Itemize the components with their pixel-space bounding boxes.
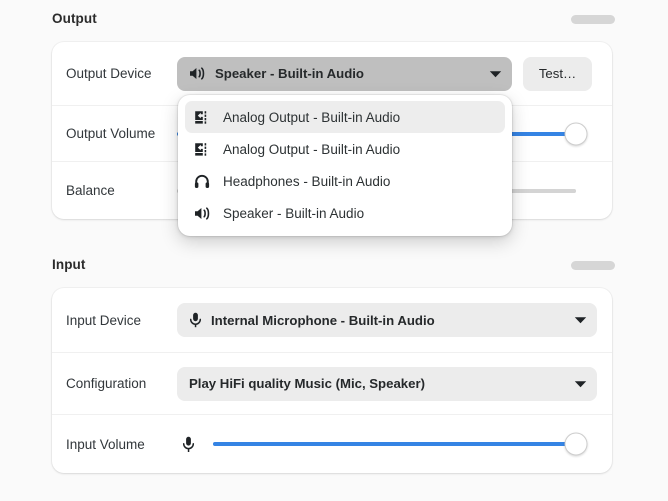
- configuration-label: Configuration: [66, 376, 147, 391]
- input-volume-row: Input Volume: [52, 414, 612, 473]
- dropdown-item-label: Analog Output - Built-in Audio: [223, 141, 401, 157]
- input-device-label: Input Device: [66, 312, 142, 328]
- input-volume-knob[interactable]: [564, 432, 588, 456]
- configuration-value: Play HiFi quality Music (Mic, Speaker): [189, 376, 425, 391]
- dropdown-item-analog-output-1[interactable]: Analog Output - Built-in Audio: [185, 101, 505, 133]
- input-volume-slider[interactable]: [213, 432, 598, 456]
- output-volume-label: Output Volume: [66, 126, 156, 141]
- configuration-row: Configuration Play HiFi quality Music (M…: [52, 352, 612, 414]
- microphone-icon: [189, 312, 202, 328]
- balance-label: Balance: [66, 183, 115, 198]
- output-device-combobox[interactable]: Speaker - Built-in Audio: [177, 56, 512, 91]
- input-device-row: Input Device Internal Microphone - Built…: [52, 288, 612, 352]
- input-volume-label: Input Volume: [66, 436, 145, 452]
- input-volume-fill: [213, 442, 576, 446]
- output-section-drag-handle[interactable]: [571, 15, 615, 24]
- input-volume-track[interactable]: [213, 432, 588, 456]
- input-section-drag-handle[interactable]: [571, 261, 615, 270]
- speaker-icon: [194, 206, 215, 221]
- output-section-heading: Output: [52, 11, 97, 26]
- dropdown-item-label: Headphones - Built-in Audio: [223, 173, 391, 189]
- configuration-combobox[interactable]: Play HiFi quality Music (Mic, Speaker): [177, 366, 597, 401]
- dropdown-item-analog-output-2[interactable]: Analog Output - Built-in Audio: [185, 133, 505, 165]
- microphone-icon: [177, 436, 199, 453]
- output-device-dropdown-popup[interactable]: Analog Output - Built-in Audio Analog Ou…: [178, 95, 512, 236]
- dropdown-item-speaker[interactable]: Speaker - Built-in Audio: [185, 197, 505, 229]
- output-volume-knob[interactable]: [564, 122, 588, 145]
- chevron-down-icon: [489, 70, 502, 78]
- input-device-value: Internal Microphone - Built-in Audio: [211, 312, 435, 328]
- test-output-button[interactable]: Test…: [523, 56, 592, 91]
- headphones-icon: [194, 174, 215, 189]
- dropdown-item-label: Analog Output - Built-in Audio: [223, 109, 401, 125]
- input-device-combobox[interactable]: Internal Microphone - Built-in Audio: [177, 303, 597, 337]
- input-settings-card: Input Device Internal Microphone - Built…: [52, 288, 612, 473]
- dropdown-item-label: Speaker - Built-in Audio: [223, 205, 365, 221]
- output-device-value: Speaker - Built-in Audio: [215, 66, 364, 81]
- chevron-down-icon: [574, 316, 587, 324]
- output-device-label: Output Device: [66, 66, 152, 81]
- input-section-heading: Input: [52, 257, 86, 272]
- chevron-down-icon: [574, 380, 587, 388]
- speaker-icon: [189, 66, 206, 81]
- analog-output-icon: [194, 110, 215, 125]
- analog-output-icon: [194, 142, 215, 157]
- dropdown-item-headphones[interactable]: Headphones - Built-in Audio: [185, 165, 505, 197]
